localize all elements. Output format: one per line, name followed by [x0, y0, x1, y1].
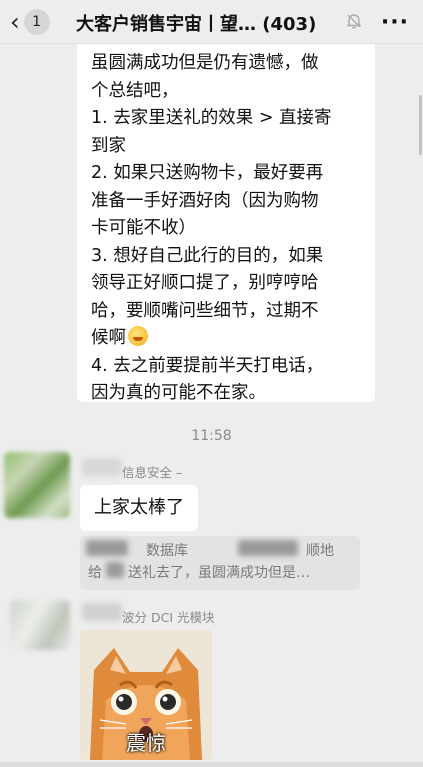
message-line: 哈，要顺嘴问些细节，过期不	[91, 300, 319, 321]
message-line: 虽圆满成功但是仍有遗憾，做	[91, 53, 319, 73]
unread-count-badge: 1	[23, 9, 50, 35]
sticker-caption: 震惊	[126, 731, 166, 755]
avatar[interactable]	[4, 452, 70, 518]
sender-name: 信息安全 –	[122, 465, 183, 480]
message-line: 卡可能不收）	[91, 218, 196, 238]
quote-text: 给	[88, 565, 102, 581]
scrollbar[interactable]	[419, 95, 422, 155]
message-bubble-summary[interactable]: 虽圆满成功但是仍有遗憾，做 个总结吧， 1. 去家里送礼的效果 > 直接寄 到家…	[77, 30, 375, 403]
message-line-with-emoji: 候啊	[91, 325, 363, 353]
message-line: 准备一手好酒好肉（因为购物	[91, 190, 319, 211]
message-line: 个总结吧，	[91, 80, 179, 101]
quoted-message[interactable]: 数据库 顺地 给 送礼去了，虽圆满成功但是…	[80, 536, 360, 590]
chevron-left-icon: ‹	[10, 8, 20, 36]
quote-text: 顺地	[306, 543, 334, 559]
mute-bell-icon	[345, 12, 363, 34]
more-options-icon[interactable]: ···	[381, 10, 409, 35]
sender-name-redacted	[82, 603, 122, 621]
message-line: 4. 去之前要提前半天打电话，	[91, 355, 324, 376]
message-line: 1. 去家里送礼的效果 > 直接寄	[91, 108, 332, 128]
sender-name: 波分 DCI 光模块	[122, 610, 215, 625]
message-timestamp: 11:58	[191, 428, 232, 444]
avatar[interactable]	[10, 600, 70, 650]
message-line: 2. 如果只送购物卡，最好要再	[91, 163, 324, 183]
redacted-blot	[238, 540, 298, 556]
message-line: 领导正好顺口提了，别哼哼哈	[91, 273, 319, 293]
sweat-smile-emoji-icon	[128, 326, 148, 346]
bottom-edge	[0, 762, 423, 767]
redacted-blot	[106, 562, 124, 578]
sender-name-redacted	[82, 458, 122, 476]
message-line: 因为真的可能不在家。	[91, 383, 266, 403]
chat-header: ‹ 1 大客户销售宇宙丨望… (403) ···	[0, 0, 423, 44]
message-bubble-reply[interactable]: 上家太棒了	[80, 485, 198, 531]
message-line: 到家	[91, 135, 126, 156]
message-line: 候啊	[91, 328, 126, 348]
message-line: 3. 想好自己此行的目的，如果	[91, 245, 324, 266]
quote-text: 送礼去了，虽圆满成功但是…	[128, 565, 310, 581]
back-button[interactable]: ‹ 1	[10, 8, 70, 36]
quote-text: 数据库	[146, 543, 188, 559]
redacted-blot	[86, 540, 128, 556]
sticker-image[interactable]: 震惊	[80, 630, 212, 760]
chat-title: 大客户销售宇宙丨望… (403)	[76, 14, 317, 35]
